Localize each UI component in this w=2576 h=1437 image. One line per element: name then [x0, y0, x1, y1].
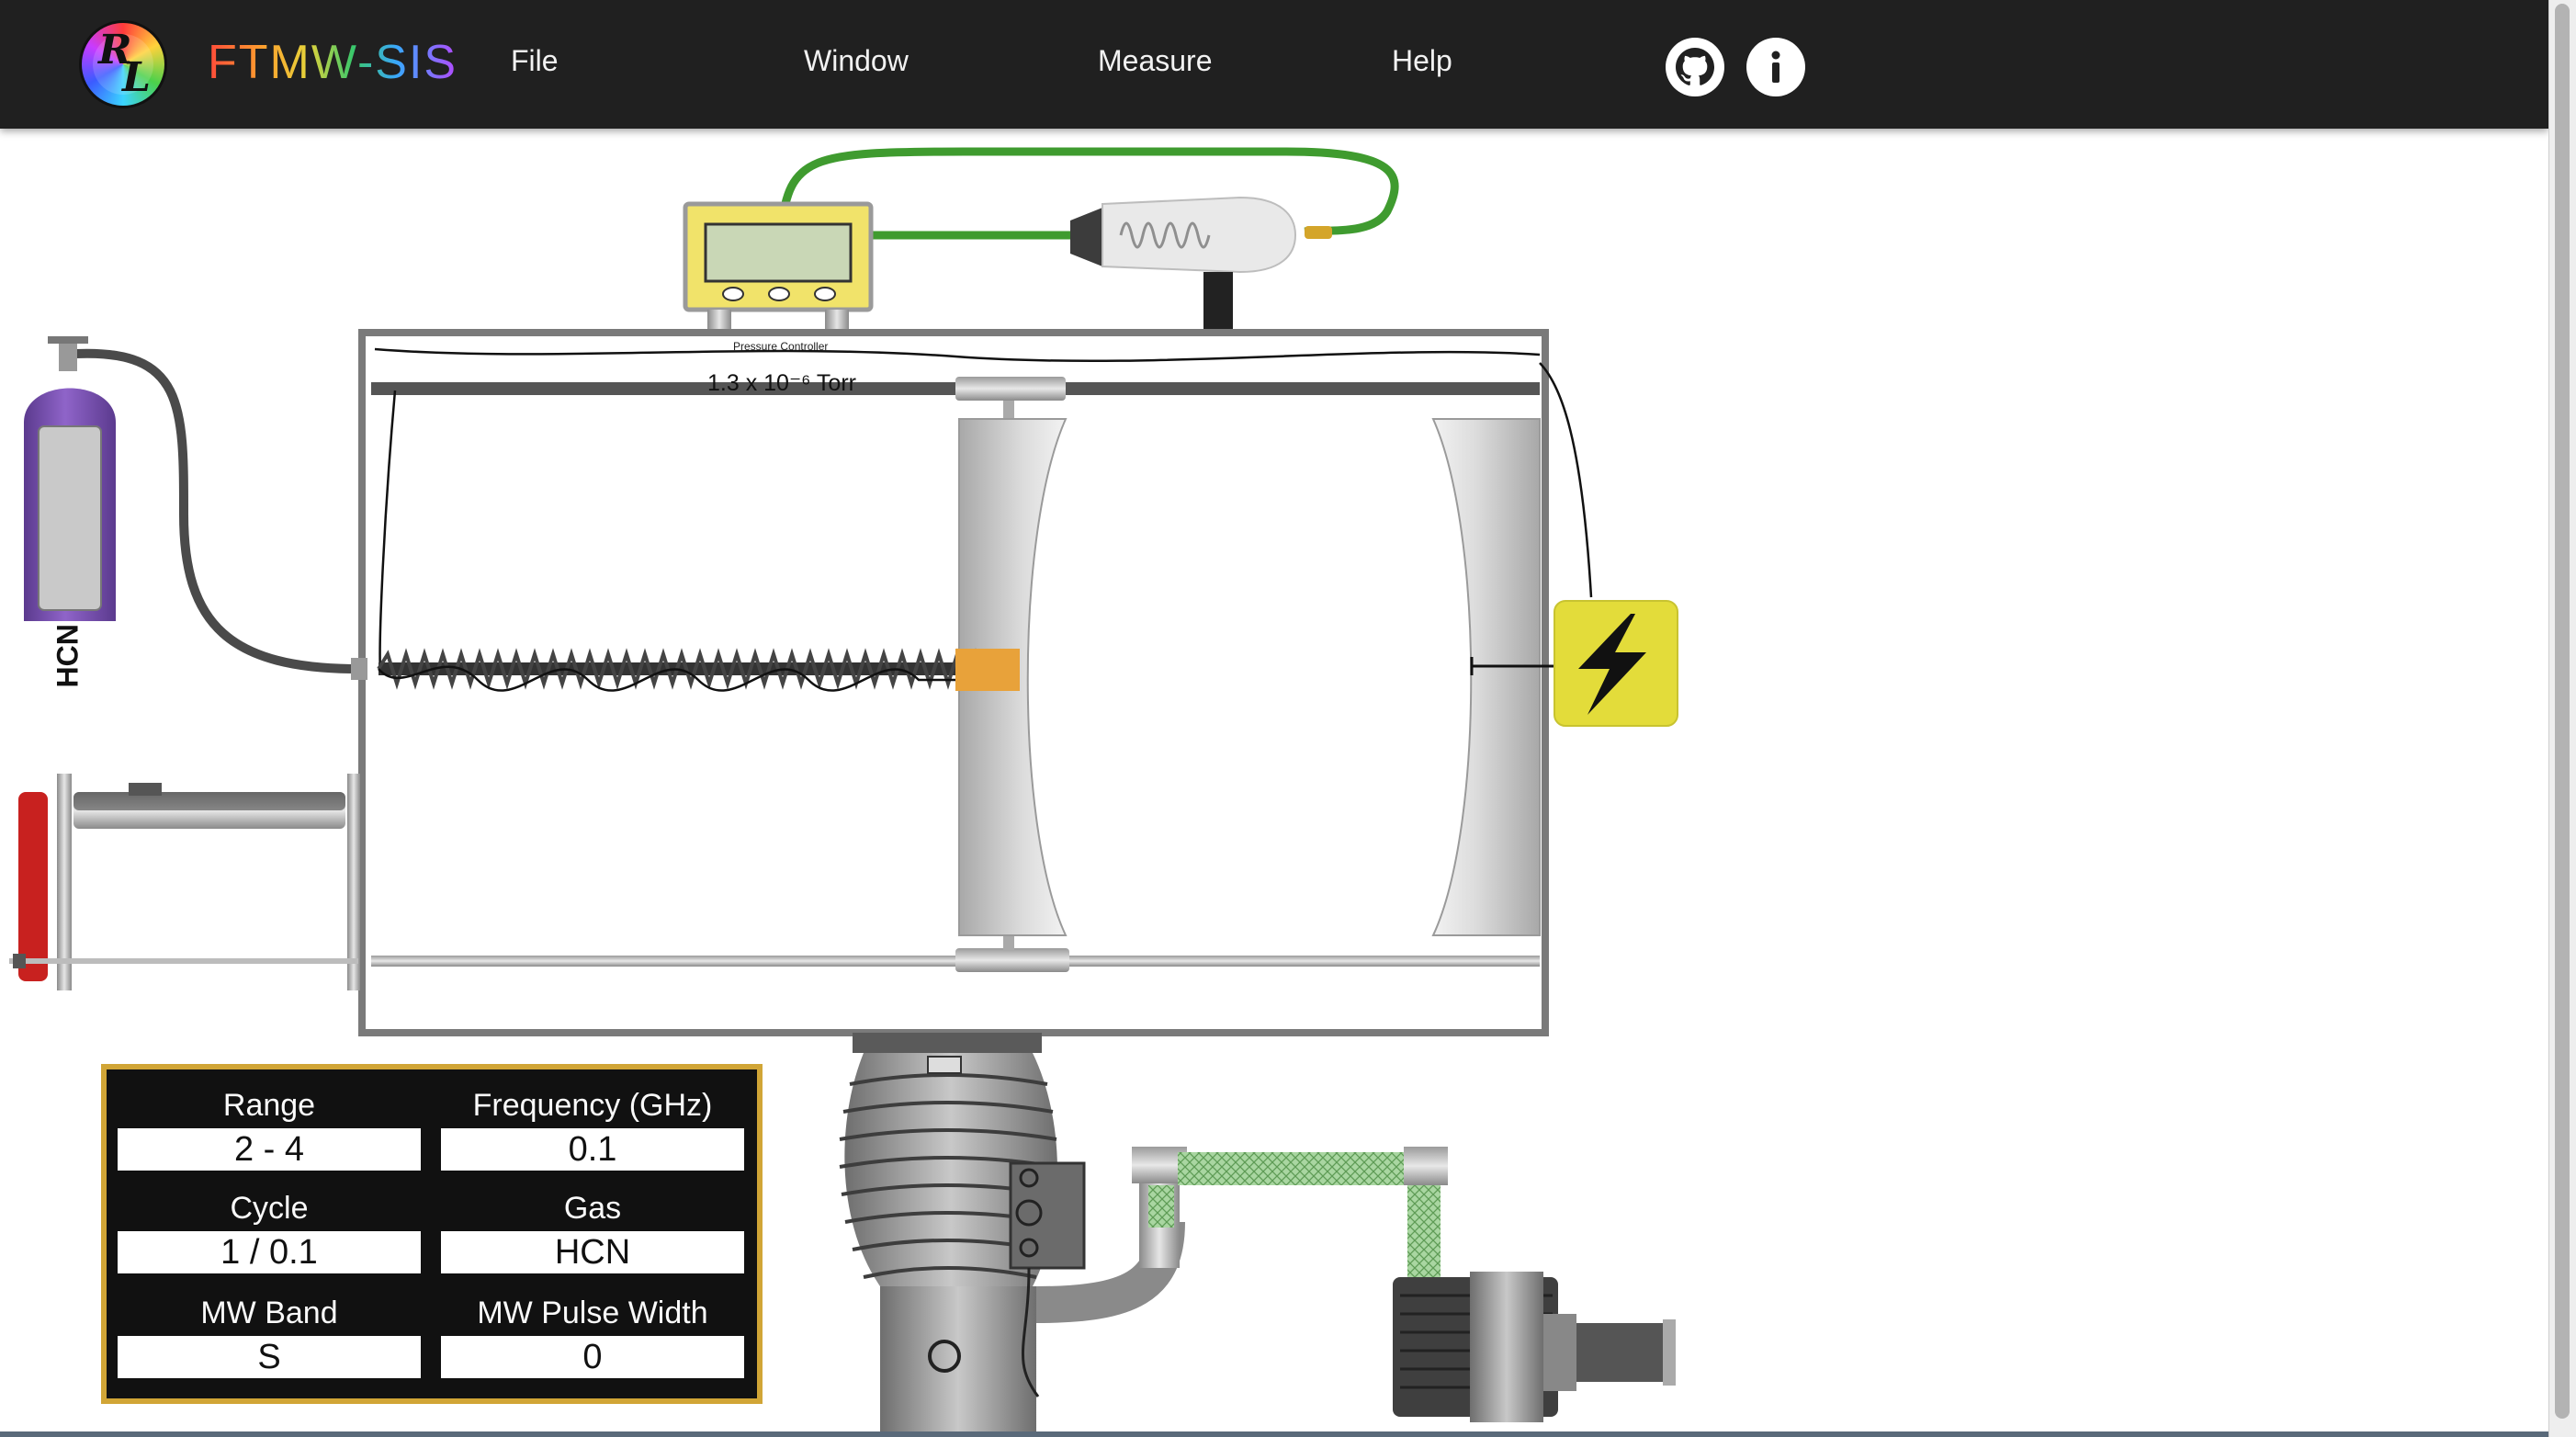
menu-window[interactable]: Window — [804, 44, 909, 78]
menu-file[interactable]: File — [511, 44, 559, 78]
cycle-value: 1 / 0.1 — [118, 1231, 421, 1273]
menu-measure[interactable]: Measure — [1098, 44, 1213, 78]
param-frequency: Frequency (GHz) 0.1 — [441, 1088, 744, 1171]
linear-feedthrough[interactable] — [9, 774, 360, 990]
roughing-pump — [1132, 1147, 1676, 1422]
param-mw-band: MW Band S — [118, 1296, 421, 1378]
logo-letter-l: L — [122, 54, 151, 101]
vacuum-chamber — [358, 329, 1549, 1036]
gas-cylinder-label: HCN — [51, 624, 85, 688]
pressure-controller-title: Pressure Controller — [733, 340, 829, 353]
bottom-edge — [0, 1431, 2548, 1437]
turbo-pump — [839, 1033, 1185, 1431]
frequency-value: 0.1 — [441, 1128, 744, 1171]
gas-value: HCN — [441, 1231, 744, 1273]
mw-pulse-width-label: MW Pulse Width — [477, 1296, 708, 1330]
range-label: Range — [222, 1088, 316, 1123]
menu-help[interactable]: Help — [1392, 44, 1452, 78]
mw-band-value: S — [118, 1336, 421, 1378]
mw-band-label: MW Band — [200, 1296, 338, 1330]
range-value: 2 - 4 — [118, 1128, 421, 1171]
info-icon[interactable] — [1746, 37, 1806, 97]
param-cycle: Cycle 1 / 0.1 — [118, 1191, 421, 1273]
vertical-scrollbar[interactable] — [2548, 0, 2576, 1437]
param-range: Range 2 - 4 — [118, 1088, 421, 1171]
ion-gauge — [1070, 196, 1332, 329]
param-gas: Gas HCN — [441, 1191, 744, 1273]
app-logo[interactable]: R L — [79, 20, 167, 108]
parameter-panel: Range 2 - 4 Frequency (GHz) 0.1 Cycle 1 … — [101, 1064, 763, 1404]
gas-cylinder[interactable] — [24, 336, 116, 621]
scrollbar-thumb[interactable] — [2555, 4, 2570, 1419]
cycle-label: Cycle — [230, 1191, 309, 1226]
nozzle — [955, 649, 1020, 691]
app-title: FTMW-SIS — [208, 36, 458, 89]
top-navbar: R L FTMW-SIS File Window Measure Help — [0, 0, 2548, 129]
gas-label: Gas — [563, 1191, 622, 1226]
pressure-reading: 1.3 x 10⁻⁶ Torr — [707, 370, 856, 396]
pressure-controller[interactable] — [683, 201, 874, 330]
param-mw-pulse-width: MW Pulse Width 0 — [441, 1296, 744, 1378]
gas-line — [74, 348, 359, 673]
github-icon[interactable] — [1665, 37, 1725, 97]
frequency-label: Frequency (GHz) — [472, 1088, 713, 1123]
mw-pulse-width-value: 0 — [441, 1336, 744, 1378]
power-supply[interactable] — [1554, 600, 1678, 727]
